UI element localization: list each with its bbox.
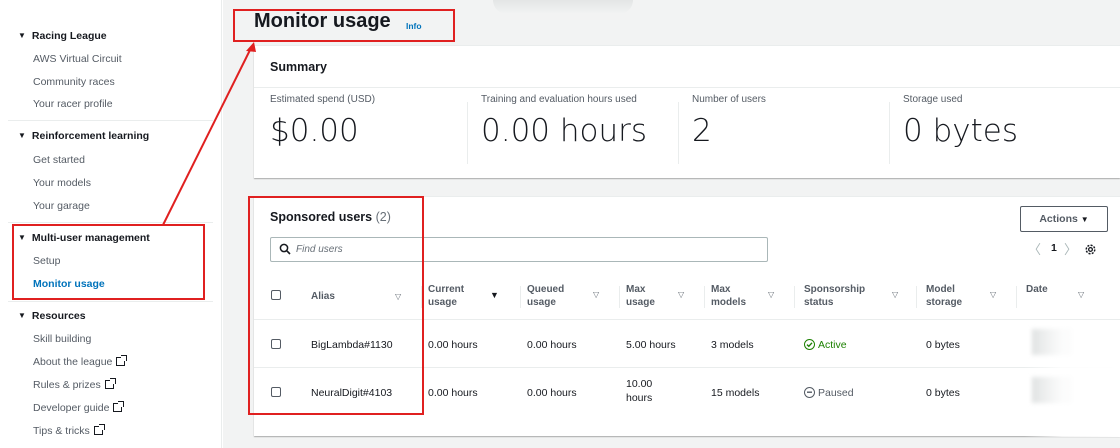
gear-icon[interactable] bbox=[1084, 243, 1097, 256]
page-number-button[interactable]: 1 bbox=[1051, 242, 1057, 254]
column-divider bbox=[704, 286, 705, 308]
cell-queued-usage: 0.00 hours bbox=[527, 339, 577, 351]
metric-value: $0.00 bbox=[270, 113, 359, 149]
nav-item-your-racer-profile[interactable]: Your racer profile bbox=[33, 98, 113, 110]
annotation-box-nav bbox=[12, 224, 205, 300]
cell-max-usage: 10.00 hours bbox=[626, 378, 653, 404]
column-model-storage[interactable]: Model storage bbox=[926, 283, 962, 309]
cell-model-storage: 0 bytes bbox=[926, 339, 960, 351]
metric-storage-used: Storage used 0 bytes bbox=[903, 94, 1018, 149]
nav-divider bbox=[8, 301, 213, 302]
nav-item-get-started[interactable]: Get started bbox=[33, 154, 85, 166]
sort-icon[interactable]: ▽ bbox=[990, 290, 996, 299]
metric-value: 0.00 hours bbox=[481, 113, 648, 149]
nav-item-tips-tricks[interactable]: Tips & tricks bbox=[33, 424, 105, 437]
external-link-icon bbox=[93, 424, 105, 435]
column-sponsorship-status[interactable]: Sponsorship status bbox=[804, 283, 865, 309]
column-date[interactable]: Date bbox=[1026, 283, 1048, 296]
sort-icon[interactable]: ▽ bbox=[678, 290, 684, 299]
nav-item-developer-guide[interactable]: Developer guide bbox=[33, 401, 125, 414]
cell-status-active: Active bbox=[804, 338, 847, 352]
metric-divider bbox=[889, 102, 890, 164]
column-divider bbox=[916, 286, 917, 308]
sort-icon[interactable]: ▽ bbox=[1078, 290, 1084, 299]
external-link-icon bbox=[116, 355, 128, 366]
cell-current-usage: 0.00 hours bbox=[428, 339, 478, 351]
previous-page-button[interactable]: 〈 bbox=[1028, 239, 1041, 258]
cell-max-usage: 5.00 hours bbox=[626, 339, 676, 351]
metric-label: Training and evaluation hours used bbox=[481, 94, 637, 105]
metric-estimated-spend: Estimated spend (USD) $0.00 bbox=[270, 94, 375, 149]
minus-circle-icon bbox=[804, 387, 815, 398]
nav-item-your-garage[interactable]: Your garage bbox=[33, 200, 90, 212]
cell-current-usage: 0.00 hours bbox=[428, 387, 478, 399]
metric-label: Number of users bbox=[692, 94, 766, 105]
metric-training-hours: Training and evaluation hours used 0.00 … bbox=[481, 94, 647, 149]
column-queued-usage[interactable]: Queued usage bbox=[527, 283, 564, 309]
caret-down-icon: ▼ bbox=[18, 31, 26, 40]
metric-number-of-users: Number of users 2 bbox=[692, 94, 766, 149]
external-link-icon bbox=[113, 401, 125, 412]
cell-max-models: 15 models bbox=[711, 387, 760, 399]
column-max-models[interactable]: Max models bbox=[711, 283, 746, 309]
caret-down-icon: ▼ bbox=[18, 311, 26, 320]
summary-heading: Summary bbox=[270, 60, 327, 74]
nav-item-about-the-league[interactable]: About the league bbox=[33, 355, 128, 368]
next-page-button[interactable]: 〉 bbox=[1064, 239, 1077, 258]
cell-status-paused: Paused bbox=[804, 386, 854, 400]
sort-icon[interactable]: ▽ bbox=[593, 290, 599, 299]
summary-panel: Summary Estimated spend (USD) $0.00 Trai… bbox=[254, 45, 1120, 178]
top-shadow bbox=[493, 0, 633, 14]
metric-label: Storage used bbox=[903, 94, 963, 105]
caret-down-icon: ▼ bbox=[1080, 215, 1089, 224]
annotation-box-title bbox=[233, 9, 455, 42]
column-divider bbox=[619, 286, 620, 308]
nav-divider bbox=[8, 120, 213, 121]
metric-value: 0 bytes bbox=[903, 113, 1018, 149]
column-divider bbox=[520, 286, 521, 308]
check-circle-icon bbox=[804, 339, 815, 350]
nav-item-aws-virtual-circuit[interactable]: AWS Virtual Circuit bbox=[33, 53, 122, 65]
metric-divider bbox=[678, 102, 679, 164]
cell-model-storage: 0 bytes bbox=[926, 387, 960, 399]
sort-icon[interactable]: ▽ bbox=[768, 290, 774, 299]
nav-item-your-models[interactable]: Your models bbox=[33, 177, 91, 189]
section-reinforcement-learning[interactable]: ▼ Reinforcement learning bbox=[18, 130, 149, 142]
nav-item-rules-prizes[interactable]: Rules & prizes bbox=[33, 378, 116, 391]
metric-label: Estimated spend (USD) bbox=[270, 94, 376, 105]
sort-desc-icon[interactable]: ▼ bbox=[490, 290, 499, 300]
section-racing-league[interactable]: ▼ Racing League bbox=[18, 30, 107, 42]
summary-divider bbox=[254, 87, 1120, 88]
external-link-icon bbox=[104, 378, 116, 389]
section-resources[interactable]: ▼ Resources bbox=[18, 310, 86, 322]
caret-down-icon: ▼ bbox=[18, 131, 26, 140]
nav-divider bbox=[8, 222, 213, 223]
column-current-usage[interactable]: Current usage bbox=[428, 283, 464, 309]
annotation-box-alias bbox=[248, 196, 424, 415]
column-divider bbox=[1016, 286, 1017, 308]
metric-divider bbox=[467, 102, 468, 164]
sort-icon[interactable]: ▽ bbox=[892, 290, 898, 299]
cell-queued-usage: 0.00 hours bbox=[527, 387, 577, 399]
column-max-usage[interactable]: Max usage bbox=[626, 283, 655, 309]
redaction-fade bbox=[1024, 321, 1120, 437]
actions-button[interactable]: Actions ▼ bbox=[1020, 206, 1108, 232]
column-divider bbox=[794, 286, 795, 308]
cell-max-models: 3 models bbox=[711, 339, 754, 351]
nav-item-community-races[interactable]: Community races bbox=[33, 76, 115, 88]
nav-item-skill-building[interactable]: Skill building bbox=[33, 333, 91, 345]
metric-value: 2 bbox=[692, 113, 712, 149]
